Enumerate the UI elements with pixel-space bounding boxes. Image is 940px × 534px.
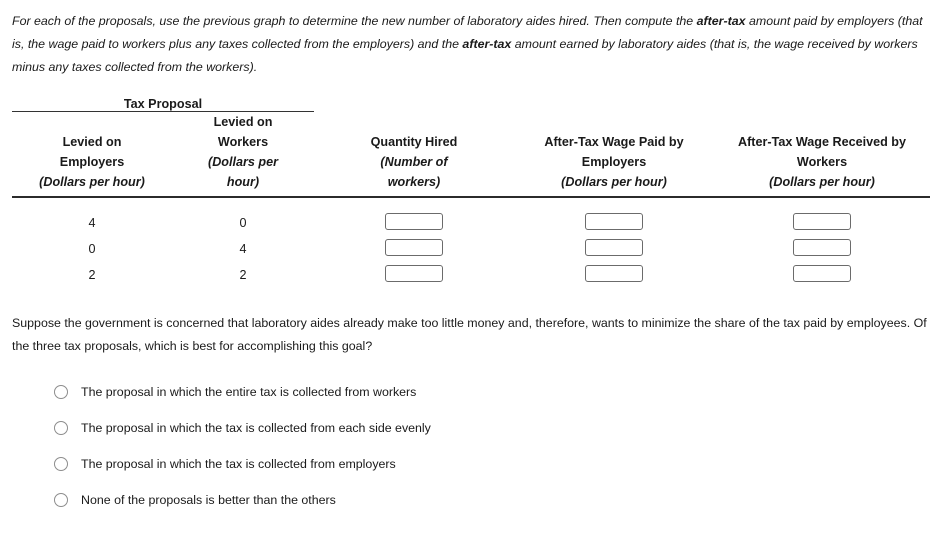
levied-employers-value: 2 [88, 268, 96, 282]
option-label: None of the proposals is better than the… [81, 493, 336, 507]
levied-employers-line1: Levied on [62, 135, 122, 149]
after-tax-paid-units: (Dollars per hour) [561, 175, 667, 189]
quantity-hired-units-line2: workers) [387, 175, 441, 189]
after-tax-paid-input[interactable] [585, 239, 643, 256]
option-row[interactable]: The proposal in which the tax is collect… [54, 446, 928, 482]
after-tax-received-input[interactable] [793, 239, 851, 256]
tax-proposal-group-header: Tax Proposal [123, 97, 203, 111]
levied-on-employers-header: Levied on Employers (Dollars per hour) [12, 112, 172, 193]
worksheet-page: For each of the proposals, use the previ… [0, 0, 940, 534]
answer-options-list: The proposal in which the entire tax is … [54, 374, 928, 518]
question-paragraph: Suppose the government is concerned that… [12, 316, 927, 353]
quantity-hired-input[interactable] [385, 265, 443, 282]
levied-workers-value: 0 [239, 216, 247, 230]
after-tax-received-input[interactable] [793, 265, 851, 282]
after-tax-received-title-line2: Workers [796, 155, 848, 169]
instructions-emphasis-1: after-tax [696, 14, 746, 28]
after-tax-received-input[interactable] [793, 213, 851, 230]
option-row[interactable]: The proposal in which the tax is collect… [54, 410, 928, 446]
after-tax-paid-header: After-Tax Wage Paid by Employers (Dollar… [514, 97, 714, 192]
table-spacer-row [12, 197, 930, 204]
levied-employers-units: (Dollars per hour) [39, 175, 145, 189]
option-row[interactable]: None of the proposals is better than the… [54, 482, 928, 518]
levied-workers-line2: Workers [217, 135, 269, 149]
table-row: 4 0 [12, 204, 930, 230]
levied-employers-line2: Employers [59, 155, 125, 169]
instructions-emphasis-2: after-tax [462, 37, 512, 51]
instructions-text-part1: For each of the proposals, use the previ… [12, 14, 697, 28]
option-row[interactable]: The proposal in which the entire tax is … [54, 374, 928, 410]
after-tax-paid-title-line2: Employers [581, 155, 647, 169]
after-tax-paid-input[interactable] [585, 213, 643, 230]
radio-button-icon[interactable] [54, 493, 68, 507]
quantity-hired-input[interactable] [385, 239, 443, 256]
levied-employers-value: 4 [88, 216, 96, 230]
after-tax-received-header: After-Tax Wage Received by Workers (Doll… [714, 97, 930, 192]
levied-workers-units-line2: hour) [226, 175, 260, 189]
option-label: The proposal in which the tax is collect… [81, 457, 396, 471]
radio-button-icon[interactable] [54, 385, 68, 399]
after-tax-paid-title-line1: After-Tax Wage Paid by [544, 135, 684, 149]
table-row: 2 2 [12, 256, 930, 282]
radio-button-icon[interactable] [54, 457, 68, 471]
after-tax-received-units: (Dollars per hour) [769, 175, 875, 189]
levied-on-workers-header: Levied on Workers (Dollars per hour) [172, 112, 314, 193]
table-row: 0 4 [12, 230, 930, 256]
levied-workers-units-line1: (Dollars per [208, 155, 278, 169]
quantity-hired-units-line1: (Number of [380, 155, 448, 169]
option-label: The proposal in which the tax is collect… [81, 421, 431, 435]
table-header-row-top: Tax Proposal Quantity Hired (Number of w… [12, 97, 930, 189]
radio-button-icon[interactable] [54, 421, 68, 435]
after-tax-paid-input[interactable] [585, 265, 643, 282]
after-tax-received-title-line1: After-Tax Wage Received by [738, 135, 906, 149]
levied-workers-line1: Levied on [213, 115, 273, 129]
instructions-paragraph: For each of the proposals, use the previ… [12, 10, 930, 79]
levied-employers-value: 0 [88, 242, 96, 256]
option-label: The proposal in which the entire tax is … [81, 385, 417, 399]
quantity-hired-header: Quantity Hired (Number of workers) [314, 97, 514, 192]
levied-workers-value: 2 [239, 268, 247, 282]
quantity-hired-title: Quantity Hired [370, 135, 458, 149]
levied-workers-value: 4 [239, 242, 247, 256]
quantity-hired-input[interactable] [385, 213, 443, 230]
tax-proposal-table: Tax Proposal Quantity Hired (Number of w… [12, 97, 930, 282]
